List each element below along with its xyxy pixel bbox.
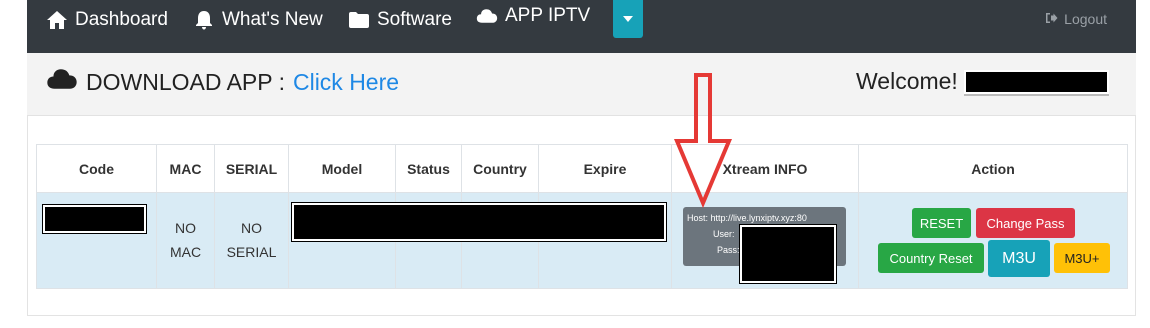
folder-icon — [348, 9, 370, 31]
nav-software[interactable]: Software — [348, 6, 452, 34]
header-code: Code — [36, 144, 157, 193]
red-arrow-annotation — [673, 73, 733, 209]
cell-mac: NO MAC — [156, 192, 215, 289]
reset-button[interactable]: RESET — [912, 208, 971, 238]
download-app-label: DOWNLOAD APP : — [86, 68, 285, 95]
mac-line-2: MAC — [169, 243, 202, 260]
header-country: Country — [461, 144, 539, 193]
serial-line-1: NO — [241, 219, 262, 236]
nav-app-iptv[interactable]: APP IPTV — [476, 2, 590, 30]
header-expire: Expire — [538, 144, 672, 193]
mac-line-1: NO — [175, 219, 196, 236]
welcome-message: Welcome! — [856, 68, 1109, 95]
header-serial: SERIAL — [214, 144, 289, 193]
download-app-link[interactable]: Click Here — [293, 69, 399, 96]
app-iptv-dropdown-toggle[interactable] — [613, 0, 643, 38]
nav-dashboard-label: Dashboard — [75, 9, 168, 30]
table-header-row: Code MAC SERIAL Model Status Country Exp… — [36, 144, 1128, 193]
nav-software-label: Software — [377, 9, 452, 30]
header-status: Status — [395, 144, 462, 193]
welcome-label: Welcome! — [856, 68, 958, 94]
change-pass-button[interactable]: Change Pass — [976, 208, 1075, 238]
m3u-plus-button[interactable]: M3U+ — [1054, 243, 1110, 273]
app-root: Dashboard What's New Software APP IPTV L… — [0, 0, 1150, 328]
redacted-model — [291, 202, 667, 242]
logout-label: Logout — [1064, 11, 1107, 27]
redacted-code — [42, 204, 147, 234]
serial-line-2: SERIAL — [226, 243, 277, 260]
header-action: Action — [858, 144, 1128, 193]
nav-dashboard[interactable]: Dashboard — [46, 6, 168, 34]
logout-link[interactable]: Logout — [1045, 11, 1107, 27]
nav-whats-new-label: What's New — [222, 9, 323, 30]
redacted-username — [963, 69, 1109, 94]
devices-card: Code MAC SERIAL Model Status Country Exp… — [27, 116, 1136, 316]
download-app-banner: DOWNLOAD APP : Click Here — [46, 68, 399, 96]
xtream-host: Host: http://live.lynxiptv.xyz:80 — [687, 213, 807, 223]
bell-icon — [193, 9, 215, 31]
redacted-credentials — [739, 224, 837, 284]
sign-out-icon — [1045, 11, 1058, 27]
cloud-icon — [46, 68, 78, 96]
m3u-button[interactable]: M3U — [988, 240, 1050, 277]
cell-serial: NO SERIAL — [214, 192, 289, 289]
nav-app-iptv-label: APP IPTV — [505, 5, 591, 26]
header-mac: MAC — [156, 144, 215, 193]
nav-whats-new[interactable]: What's New — [193, 6, 323, 34]
caret-down-icon — [623, 16, 633, 22]
home-icon — [46, 9, 68, 31]
country-reset-button[interactable]: Country Reset — [878, 243, 984, 273]
top-navbar: Dashboard What's New Software APP IPTV L… — [27, 0, 1136, 53]
header-model: Model — [288, 144, 396, 193]
sub-header: DOWNLOAD APP : Click Here Welcome! — [27, 53, 1136, 116]
cloud-icon — [476, 5, 498, 27]
